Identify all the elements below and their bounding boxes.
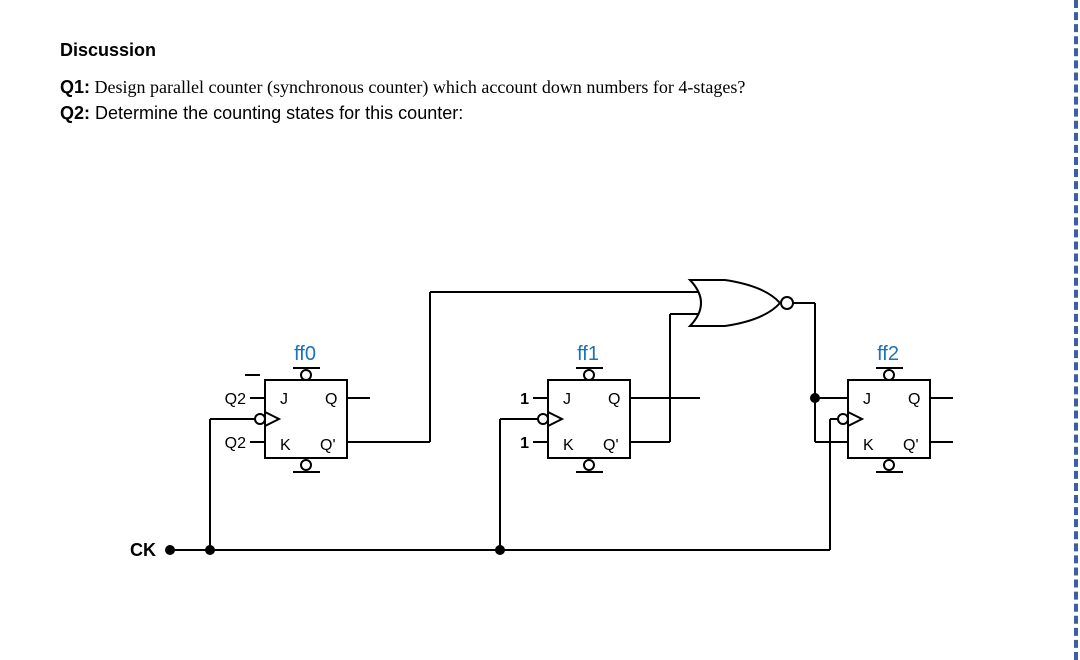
question-1: Q1: Design parallel counter (synchronous… [60, 75, 1000, 99]
q2-label: Q2: [60, 103, 90, 123]
section-heading: Discussion [60, 40, 1000, 61]
question-2: Q2: Determine the counting states for th… [60, 101, 1000, 125]
q2-text: Determine the counting states for this c… [95, 103, 463, 123]
q1-text: Design parallel counter (synchronous cou… [95, 77, 746, 97]
q1-label: Q1: [60, 77, 90, 97]
page-right-border [1074, 0, 1078, 660]
